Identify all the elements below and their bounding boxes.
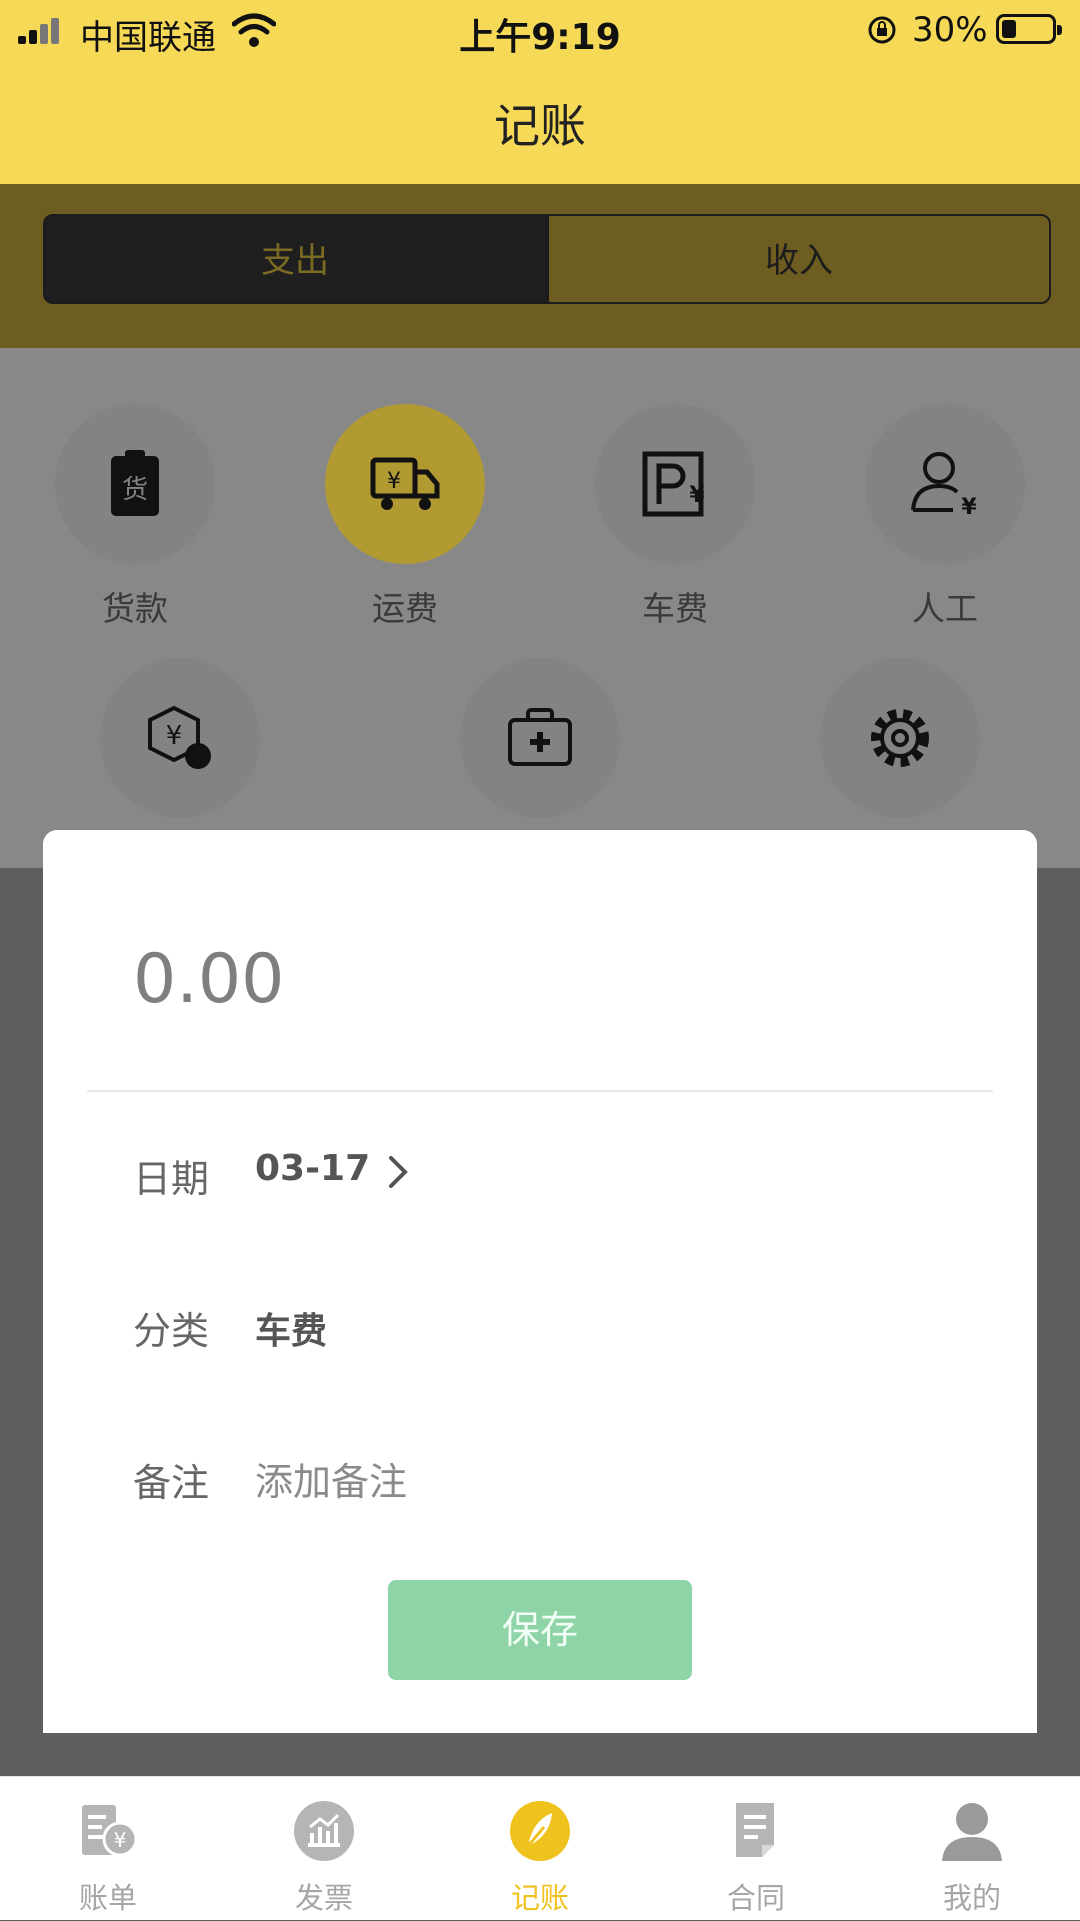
tab-label: 记账 [510,1881,569,1915]
chevron-right-icon[interactable] [383,1152,413,1192]
note-label: 备注 [133,1461,210,1505]
tab-bill[interactable]: ¥ 账单 [0,1777,216,1921]
status-bar: 中国联通 上午9:19 30% [0,0,1080,60]
category-label: 运费 [372,589,438,628]
tab-label: 发票 [294,1881,353,1915]
category-grid: 货 货款 ¥ 运费 ¥ 车费 ¥ 人工 ¥ [0,348,1080,868]
svg-text:¥: ¥ [114,1828,127,1852]
battery-percent: 30% [912,10,988,50]
tab-bar: ¥ 账单 发票 记账 合同 我的 [0,1776,1080,1920]
category-label: 货款 [102,589,168,628]
tab-label: 合同 [726,1881,785,1915]
svg-text:¥: ¥ [961,495,977,520]
date-label: 日期 [133,1157,210,1201]
category-label: 人工 [912,589,978,628]
svg-text:¥: ¥ [387,469,401,494]
category-field-value[interactable]: 车费 [255,1302,327,1354]
page-title: 记账 [494,99,586,153]
medical-kit-icon [508,708,572,766]
invoice-chart-icon [294,1801,354,1861]
tab-income[interactable]: 收入 [547,214,1051,304]
segment-area: 支出 收入 [0,184,1080,348]
navigation-bar: 记账 [0,60,1080,184]
bill-icon: ¥ [82,1805,138,1857]
svg-text:¥: ¥ [689,483,705,508]
tab-expense[interactable]: 支出 [43,214,547,304]
tab-invoice[interactable]: 发票 [216,1777,432,1921]
person-yuan-icon: ¥ [911,452,977,520]
save-button[interactable]: 保存 [388,1580,692,1680]
amount-input[interactable]: 0.00 [133,940,284,1019]
entry-modal: 0.00 日期 03-17 分类 车费 备注 保存 [43,830,1037,1733]
category-label: 车费 [642,589,708,628]
repay-hexagon-icon: ¥ [148,705,211,769]
svg-text:货: 货 [122,475,148,505]
user-profile-icon [942,1803,1002,1861]
category-field-label: 分类 [133,1309,210,1353]
tab-label: 我的 [942,1881,1001,1915]
feather-icon [510,1801,570,1861]
gear-icon [871,709,929,767]
note-input[interactable] [255,1452,755,1512]
parking-yuan-icon: ¥ [642,451,705,517]
date-value[interactable]: 03-17 [255,1148,370,1189]
divider [87,1090,993,1092]
tab-bookkeeping[interactable]: 记账 [432,1777,648,1921]
svg-text:¥: ¥ [166,721,183,751]
tab-contract[interactable]: 合同 [648,1777,864,1921]
battery-icon [996,14,1062,44]
goods-clipboard-icon: 货 [111,450,159,516]
orientation-lock-icon [868,16,896,44]
tab-label: 账单 [78,1881,137,1915]
tab-mine[interactable]: 我的 [864,1777,1080,1921]
contract-doc-icon [736,1803,774,1857]
truck-yuan-icon: ¥ [370,457,440,510]
